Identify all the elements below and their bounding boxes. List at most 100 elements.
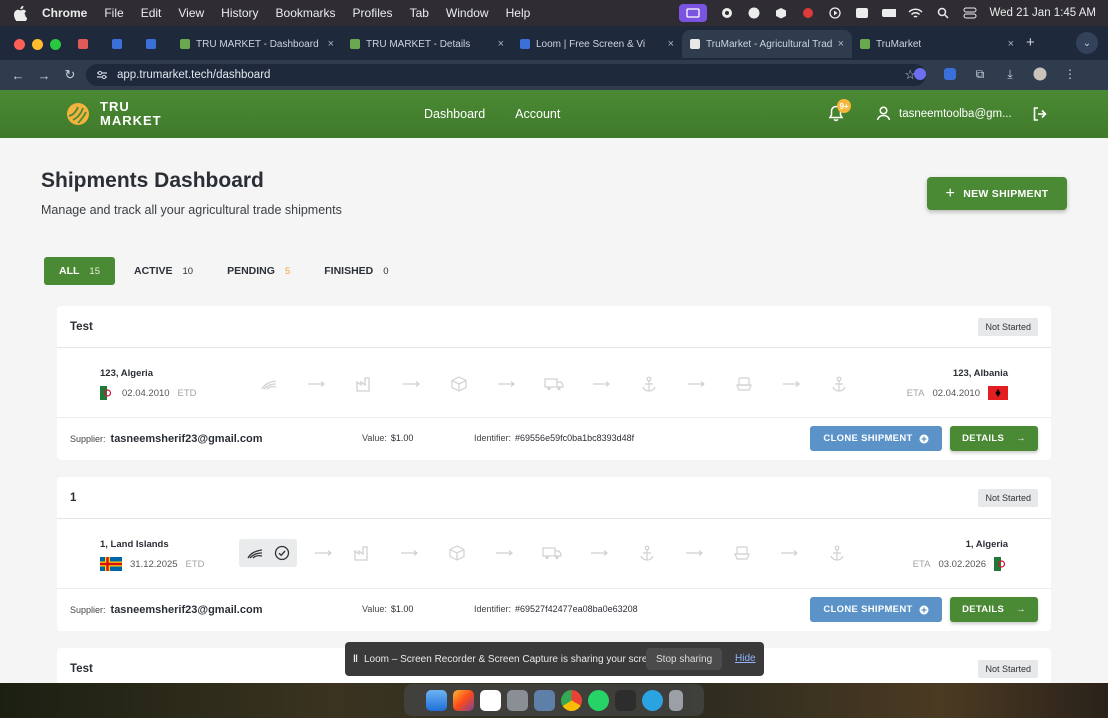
tab-title: TRU MARKET - Dashboard: [196, 38, 319, 50]
apple-icon[interactable]: [14, 5, 30, 21]
clone-shipment-button[interactable]: CLONE SHIPMENT: [810, 426, 942, 451]
input-source-icon[interactable]: [854, 6, 869, 21]
tab-close-icon[interactable]: ×: [838, 38, 844, 50]
zoom-window-button[interactable]: [50, 39, 61, 50]
tab-close-icon[interactable]: ×: [1008, 38, 1014, 50]
tab-search-button[interactable]: ⌄: [1076, 32, 1098, 54]
filter-active[interactable]: ACTIVE 10: [119, 257, 208, 285]
user-account-button[interactable]: tasneemtoolba@gm...: [876, 106, 1012, 121]
menubar-clock[interactable]: Wed 21 Jan 1:45 AM: [989, 7, 1096, 19]
clone-shipment-button[interactable]: CLONE SHIPMENT: [810, 597, 942, 622]
shipment-name: Test: [70, 662, 93, 675]
tab-favicon-icon: [112, 39, 122, 49]
details-button[interactable]: DETAILS →: [950, 597, 1038, 622]
details-label: DETAILS: [962, 604, 1005, 615]
xcode-dock-icon[interactable]: [533, 689, 555, 711]
extension-blue-icon[interactable]: [942, 66, 958, 82]
browser-tab[interactable]: [138, 30, 172, 58]
browser-tab[interactable]: [104, 30, 138, 58]
whatsapp-dock-icon[interactable]: [587, 689, 609, 711]
anchor-milestone-icon: [635, 541, 659, 565]
close-window-button[interactable]: [14, 39, 25, 50]
launchpad-dock-icon[interactable]: [452, 689, 474, 711]
shipment-name: Test: [70, 320, 93, 333]
ship-milestone-icon: [730, 541, 754, 565]
hide-banner-link[interactable]: Hide: [735, 653, 756, 664]
screen-share-status-icon[interactable]: [679, 4, 708, 22]
algeria-flag-icon: [994, 557, 1008, 571]
menu-tab[interactable]: Tab: [410, 6, 429, 20]
control-center-icon[interactable]: [962, 6, 977, 21]
menu-history[interactable]: History: [221, 6, 258, 20]
wifi-icon[interactable]: [908, 6, 923, 21]
new-shipment-button[interactable]: + NEW SHIPMENT: [927, 177, 1067, 210]
arrow-right-icon: →: [1016, 604, 1026, 615]
trash-dock-icon[interactable]: [668, 689, 683, 711]
menu-bookmarks[interactable]: Bookmarks: [276, 6, 336, 20]
browser-tab[interactable]: TRU MARKET - Details ×: [342, 30, 512, 58]
menu-chrome[interactable]: Chrome: [42, 6, 87, 20]
chrome-dock-icon[interactable]: [560, 689, 582, 711]
finder-dock-icon[interactable]: [425, 689, 447, 711]
nav-account[interactable]: Account: [515, 107, 560, 121]
reload-icon[interactable]: ↻: [62, 67, 78, 83]
menu-edit[interactable]: Edit: [141, 6, 162, 20]
details-button[interactable]: DETAILS →: [950, 426, 1038, 451]
destination-date: 02.04.2010: [932, 387, 980, 399]
page-title: Shipments Dashboard: [41, 169, 264, 192]
play-status-icon[interactable]: [827, 6, 842, 21]
browser-tab-strip: TRU MARKET - Dashboard × TRU MARKET - Deta…: [0, 26, 1108, 60]
terminal-dock-icon[interactable]: [614, 689, 636, 711]
settings-dock-icon[interactable]: [506, 689, 528, 711]
browser-tab[interactable]: TruMarket - Agricultural Trad ×: [682, 30, 852, 58]
record-status-icon[interactable]: [719, 6, 734, 21]
back-icon[interactable]: ←: [10, 68, 26, 83]
trumarket-logo[interactable]: TRU MARKET: [66, 100, 162, 128]
extension-loom-icon[interactable]: [912, 66, 928, 82]
browser-tab[interactable]: Loom | Free Screen & Vi ×: [512, 30, 682, 58]
browser-tab[interactable]: TruMarket ×: [852, 30, 1022, 58]
spotlight-search-icon[interactable]: [935, 6, 950, 21]
new-tab-button[interactable]: +: [1026, 34, 1035, 51]
status-badge: Not Started: [978, 317, 1038, 336]
tab-close-icon[interactable]: ×: [328, 38, 334, 50]
url-text[interactable]: app.trumarket.tech/dashboard: [117, 69, 270, 81]
stop-sharing-button[interactable]: Stop sharing: [646, 648, 723, 670]
telegram-dock-icon[interactable]: [641, 689, 663, 711]
logout-button[interactable]: [1032, 106, 1048, 122]
browser-tab[interactable]: TRU MARKET - Dashboard ×: [172, 30, 342, 58]
calendar-dock-icon[interactable]: [479, 689, 501, 711]
filter-all[interactable]: ALL 15: [44, 257, 115, 285]
filter-pending[interactable]: PENDING 5: [212, 257, 305, 285]
browser-tab[interactable]: [70, 30, 104, 58]
filter-label: ACTIVE: [134, 265, 173, 277]
chrome-menu-icon[interactable]: ⋮: [1062, 66, 1078, 82]
menu-profiles[interactable]: Profiles: [353, 6, 393, 20]
notifications-button[interactable]: 9+: [828, 99, 851, 122]
filter-count: 15: [89, 265, 100, 277]
box-status-icon[interactable]: [773, 6, 788, 21]
arrow-icon: [659, 550, 730, 556]
tab-close-icon[interactable]: ×: [668, 38, 674, 50]
supplier-label: Supplier:: [70, 434, 106, 444]
destination-date: 03.02.2026: [938, 558, 986, 570]
red-app-status-icon[interactable]: [800, 6, 815, 21]
filter-finished[interactable]: FINISHED 0: [309, 257, 403, 285]
etd-label: ETD: [177, 387, 197, 399]
address-bar[interactable]: app.trumarket.tech/dashboard ☆: [86, 64, 926, 86]
minimize-window-button[interactable]: [32, 39, 43, 50]
extensions-puzzle-icon[interactable]: ⧉: [972, 66, 988, 82]
site-info-icon[interactable]: [96, 70, 108, 80]
menu-file[interactable]: File: [104, 6, 123, 20]
forward-icon[interactable]: →: [36, 68, 52, 83]
tab-title: TruMarket - Agricultural Trad: [706, 38, 832, 50]
tab-close-icon[interactable]: ×: [498, 38, 504, 50]
menu-view[interactable]: View: [178, 6, 204, 20]
nav-dashboard[interactable]: Dashboard: [424, 107, 485, 121]
menu-window[interactable]: Window: [446, 6, 489, 20]
menu-help[interactable]: Help: [506, 6, 531, 20]
cloud-status-icon[interactable]: [746, 6, 761, 21]
download-icon[interactable]: ⤓: [1002, 66, 1018, 82]
profile-avatar-icon[interactable]: [1032, 66, 1048, 82]
arrow-icon: [297, 550, 350, 556]
